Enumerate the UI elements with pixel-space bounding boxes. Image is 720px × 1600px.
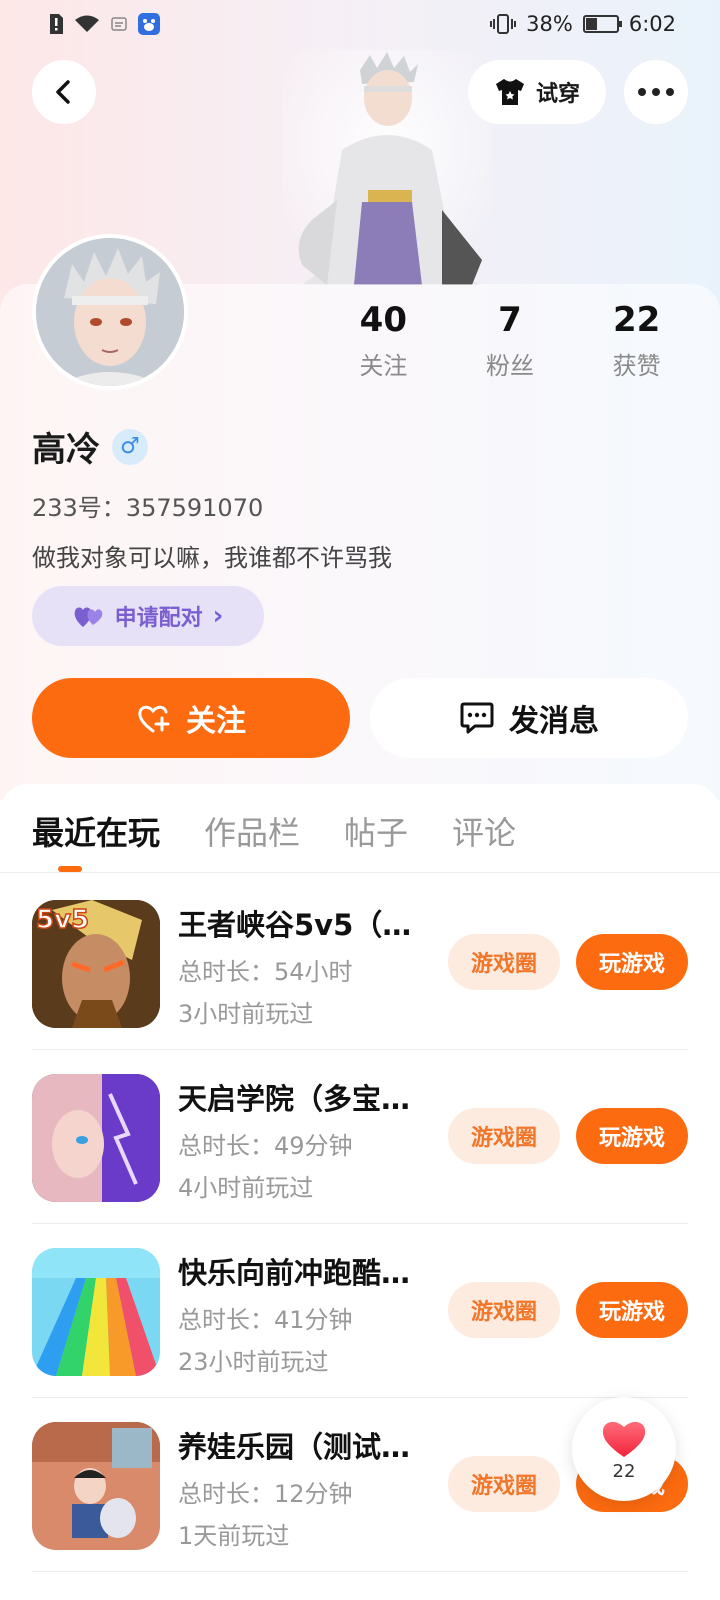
user-name: 高冷 bbox=[32, 430, 100, 470]
stat-number: 7 bbox=[498, 300, 522, 340]
male-gender-icon: ♂ bbox=[112, 428, 148, 465]
status-bar: 38% 6:02 bbox=[0, 0, 720, 48]
user-bio: 做我对象可以嘛，我谁都不许骂我 bbox=[32, 544, 392, 572]
tabs-divider bbox=[0, 872, 720, 873]
follow-label: 关注 bbox=[186, 704, 246, 739]
stat-label: 粉丝 bbox=[486, 352, 534, 380]
try-on-button[interactable]: 试穿 bbox=[468, 60, 606, 124]
game-last-played: 3小时前玩过 bbox=[178, 1000, 314, 1028]
game-circle-button[interactable]: 游戏圈 bbox=[448, 1456, 560, 1512]
game-last-played: 1天前玩过 bbox=[178, 1522, 290, 1550]
stat-number: 40 bbox=[359, 300, 407, 340]
tab-comments[interactable]: 评论 bbox=[452, 808, 516, 854]
game-duration: 总时长：54小时 bbox=[178, 958, 353, 986]
game-duration: 总时长：49分钟 bbox=[178, 1132, 353, 1160]
request-pair-button[interactable]: 申请配对 › bbox=[32, 586, 264, 646]
game-title: 快乐向前冲跑酷… bbox=[178, 1256, 411, 1290]
more-options-button[interactable] bbox=[624, 60, 688, 124]
profile-stats: 40 关注 7 粉丝 22 获赞 bbox=[320, 300, 700, 381]
game-icon-baby-park bbox=[32, 1422, 160, 1550]
stat-label: 获赞 bbox=[612, 352, 661, 380]
more-dots-icon bbox=[638, 88, 646, 96]
stat-likes[interactable]: 22 获赞 bbox=[573, 300, 700, 381]
wifi-icon bbox=[74, 14, 100, 34]
stat-label: 关注 bbox=[359, 352, 408, 380]
game-last-played: 23小时前玩过 bbox=[178, 1348, 329, 1376]
game-icon-honor-of-kings: 5v5 bbox=[32, 900, 160, 1028]
game-title: 天启学院（多宝… bbox=[178, 1082, 411, 1116]
like-button[interactable]: 22 bbox=[572, 1397, 676, 1501]
game-circle-button[interactable]: 游戏圈 bbox=[448, 1282, 560, 1338]
stat-followers[interactable]: 7 粉丝 bbox=[447, 300, 574, 381]
baidu-app-icon bbox=[138, 13, 160, 35]
avatar[interactable] bbox=[32, 234, 188, 390]
game-duration: 总时长：41分钟 bbox=[178, 1306, 353, 1334]
game-title: 养娃乐园（测试… bbox=[178, 1430, 411, 1464]
clock: 6:02 bbox=[628, 12, 676, 36]
game-circle-button[interactable]: 游戏圈 bbox=[448, 1108, 560, 1164]
chevron-left-icon bbox=[56, 80, 70, 104]
play-game-button[interactable]: 玩游戏 bbox=[576, 1282, 688, 1338]
send-message-button[interactable]: 发消息 bbox=[370, 678, 688, 758]
avatar-figure-illustration bbox=[282, 50, 492, 285]
heart-plus-icon bbox=[138, 705, 170, 733]
request-pair-label: 申请配对 bbox=[114, 606, 203, 631]
vibrate-icon bbox=[490, 13, 517, 35]
play-game-button[interactable]: 玩游戏 bbox=[576, 1108, 688, 1164]
tab-works[interactable]: 作品栏 bbox=[204, 808, 300, 854]
user-id[interactable]: 233号：357591070 bbox=[32, 488, 263, 523]
game-circle-button[interactable]: 游戏圈 bbox=[448, 934, 560, 990]
game-icon-badge: 5v5 bbox=[36, 905, 89, 935]
send-message-label: 发消息 bbox=[509, 704, 599, 739]
heart-icon bbox=[602, 1421, 646, 1457]
try-on-label: 试穿 bbox=[535, 82, 580, 107]
tab-recently-played[interactable]: 最近在玩 bbox=[32, 808, 160, 854]
row-divider bbox=[32, 1571, 688, 1572]
tab-posts[interactable]: 帖子 bbox=[344, 808, 408, 854]
follow-button[interactable]: 关注 bbox=[32, 678, 350, 758]
chevron-right-icon: › bbox=[212, 601, 224, 631]
game-icon-tianqi-academy bbox=[32, 1074, 160, 1202]
game-last-played: 4小时前玩过 bbox=[178, 1174, 314, 1202]
list-item[interactable]: 5v5 王者峡谷5v5（… 总时长：54小时 3小时前玩过 游戏圈 玩游戏 bbox=[32, 874, 688, 1050]
double-heart-icon bbox=[74, 607, 102, 627]
stat-number: 22 bbox=[613, 300, 661, 340]
battery-percent: 38% bbox=[526, 12, 573, 36]
back-button[interactable] bbox=[32, 60, 96, 124]
stat-following[interactable]: 40 关注 bbox=[320, 300, 447, 381]
notification-icon bbox=[110, 15, 128, 33]
chat-bubble-icon bbox=[460, 702, 494, 734]
list-item[interactable]: 天启学院（多宝… 总时长：49分钟 4小时前玩过 游戏圈 玩游戏 bbox=[32, 1048, 688, 1224]
profile-tabs: 最近在玩 作品栏 帖子 评论 bbox=[32, 808, 516, 854]
game-title: 王者峡谷5v5（… bbox=[178, 908, 412, 942]
list-item[interactable]: 快乐向前冲跑酷… 总时长：41分钟 23小时前玩过 游戏圈 玩游戏 bbox=[32, 1222, 688, 1398]
game-duration: 总时长：12分钟 bbox=[178, 1480, 353, 1508]
like-count: 22 bbox=[612, 1460, 636, 1482]
sim-alert-icon bbox=[48, 13, 64, 35]
tshirt-icon bbox=[495, 79, 524, 105]
game-icon-happy-run bbox=[32, 1248, 160, 1376]
battery-icon bbox=[582, 15, 622, 33]
name-row: 高冷 ♂ bbox=[32, 422, 148, 471]
play-game-button[interactable]: 玩游戏 bbox=[576, 934, 688, 990]
